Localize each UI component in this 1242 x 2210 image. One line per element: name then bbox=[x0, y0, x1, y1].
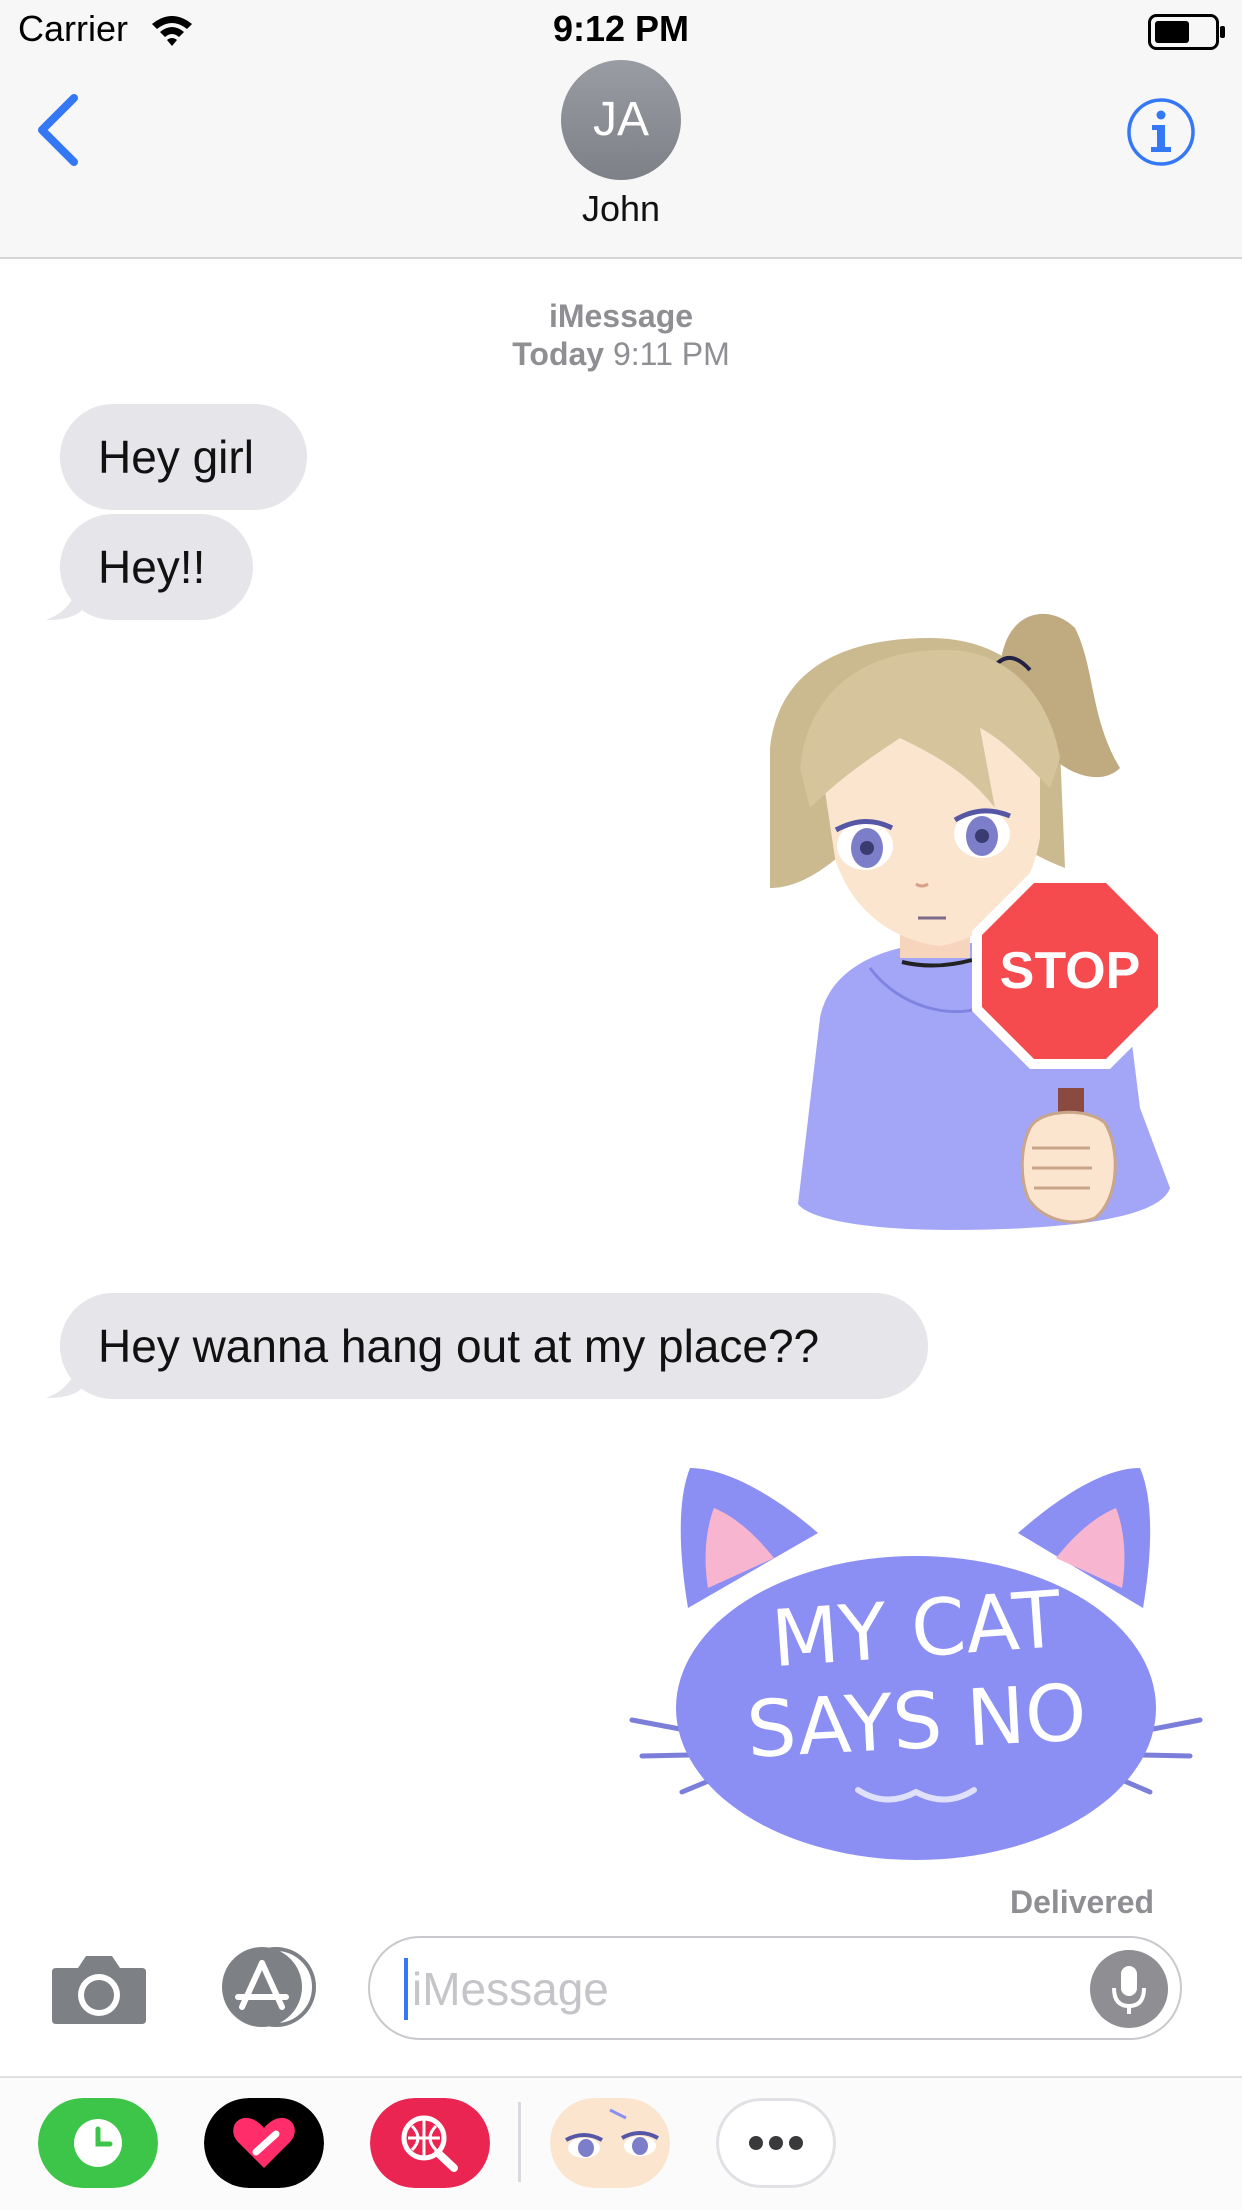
status-time: 9:12 PM bbox=[552, 8, 690, 49]
info-icon[interactable] bbox=[1125, 96, 1197, 168]
microphone-button[interactable] bbox=[1090, 1950, 1168, 2028]
delivery-status: Delivered bbox=[1010, 1884, 1155, 1920]
conversation-timestamp: Today 9:11 PM bbox=[0, 336, 1242, 373]
incoming-message-bubble[interactable]: Hey!! bbox=[60, 514, 253, 620]
sticker-pack-icon[interactable] bbox=[550, 2098, 670, 2188]
cat-says-no-sticker[interactable]: MY CAT SAYS NO bbox=[628, 1458, 1208, 1862]
stop-sign-girl-sticker[interactable]: STOP bbox=[750, 608, 1180, 1240]
battery-icon bbox=[1148, 14, 1225, 50]
web-image-search-icon[interactable] bbox=[370, 2098, 490, 2188]
timestamp-time: 9:11 PM bbox=[612, 336, 730, 372]
service-label: iMessage bbox=[548, 298, 694, 334]
more-icon[interactable] bbox=[716, 2098, 836, 2188]
digital-touch-icon[interactable] bbox=[204, 2098, 324, 2188]
microphone-icon bbox=[1112, 1966, 1146, 2014]
contact-name[interactable]: John bbox=[0, 188, 1242, 230]
drawer-divider bbox=[518, 2102, 521, 2182]
app-store-icon[interactable] bbox=[210, 1945, 320, 2029]
back-chevron-icon[interactable] bbox=[28, 90, 88, 170]
contact-avatar[interactable]: JA bbox=[561, 60, 681, 180]
cat-sticker-text-line2: SAYS NO bbox=[745, 1668, 1089, 1776]
camera-icon[interactable] bbox=[50, 1950, 148, 2026]
incoming-message-bubble[interactable]: Hey wanna hang out at my place?? bbox=[60, 1293, 928, 1399]
recents-icon[interactable] bbox=[38, 2098, 158, 2188]
incoming-message-bubble[interactable]: Hey girl bbox=[60, 404, 307, 510]
timestamp-day: Today bbox=[512, 336, 605, 372]
message-input-placeholder: iMessage bbox=[412, 1963, 609, 2015]
text-caret bbox=[404, 1958, 408, 2020]
stop-sign-text: STOP bbox=[1000, 942, 1141, 1000]
